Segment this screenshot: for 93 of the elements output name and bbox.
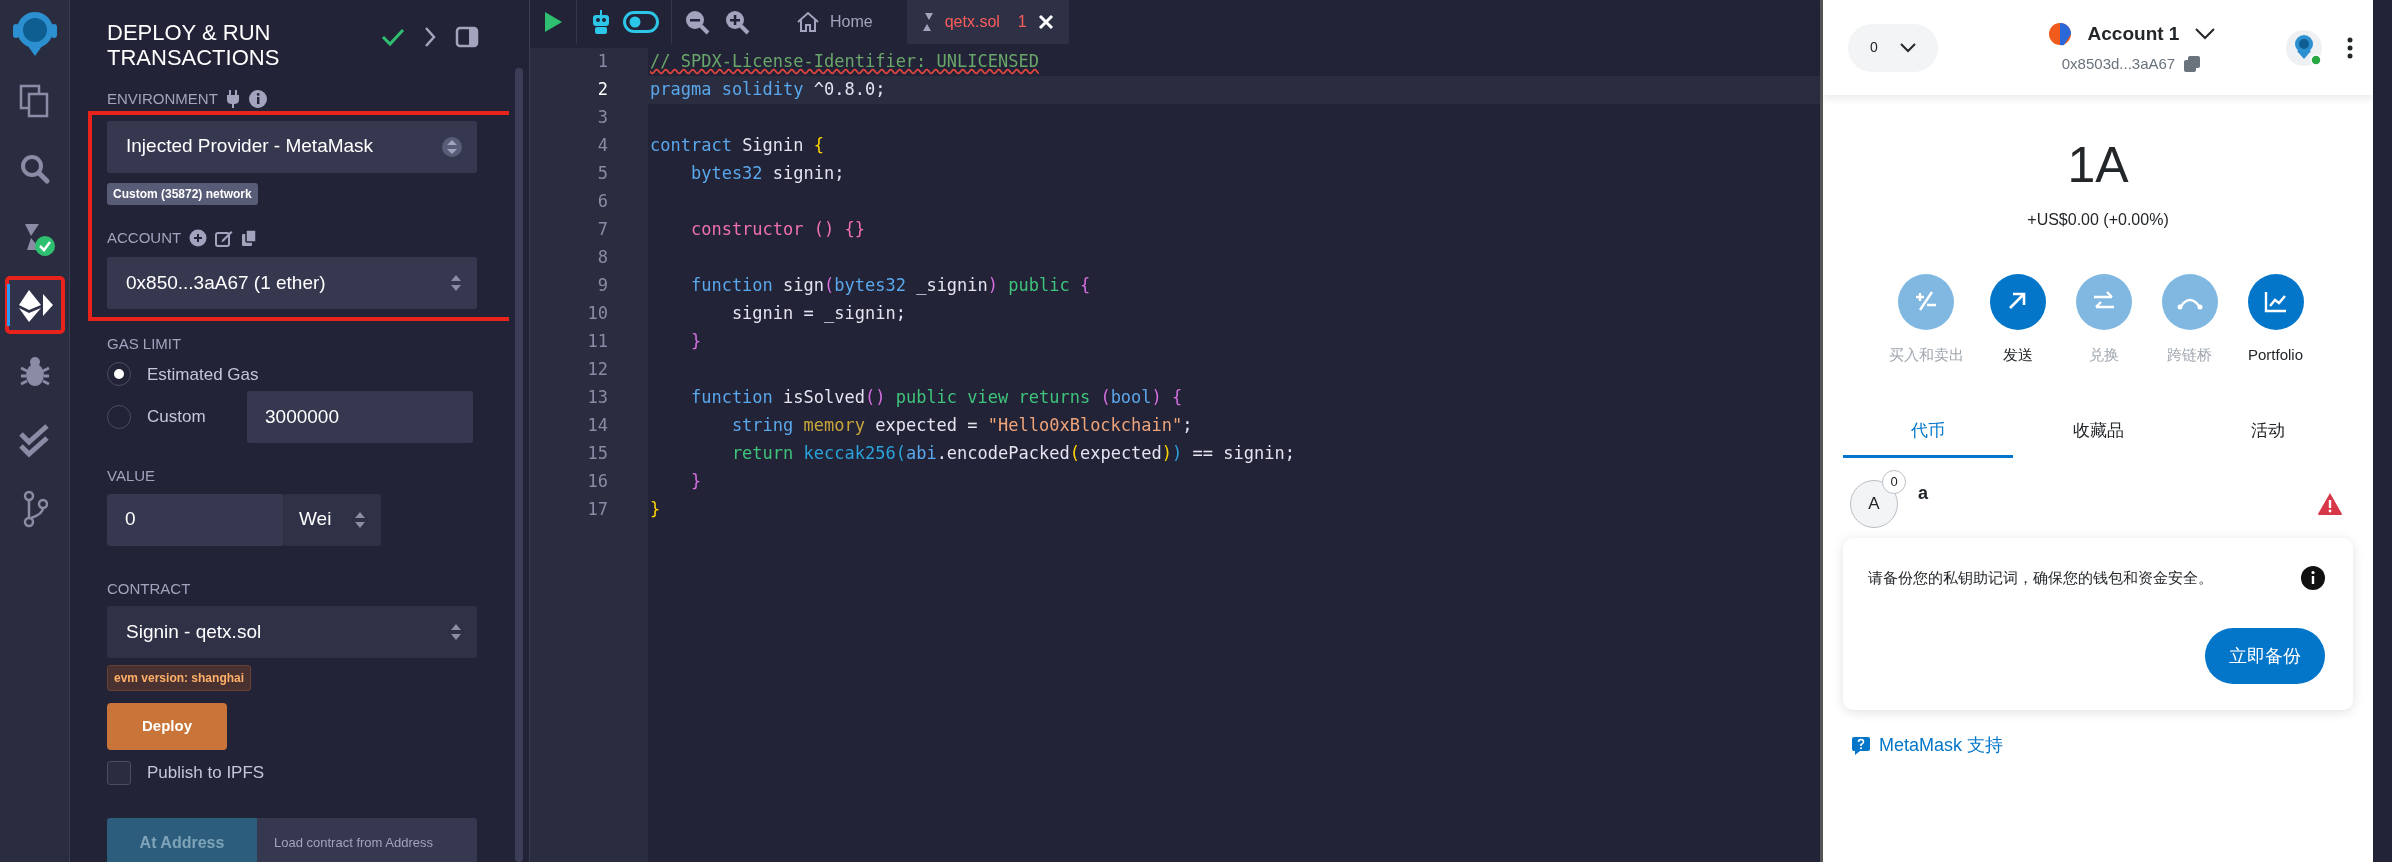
scrollbar[interactable] <box>515 68 523 862</box>
balance-change: +US$0.00 (+0.00%) <box>2026 210 2170 230</box>
wallet-tab[interactable]: 收藏品 <box>2013 416 2183 458</box>
edit-icon[interactable] <box>215 228 234 247</box>
network-badge: Custom (35872) network <box>107 182 258 205</box>
support-link[interactable]: MetaMask 支持 <box>1879 732 2004 759</box>
check-icon <box>381 27 406 47</box>
copy-icon[interactable] <box>2183 54 2202 73</box>
value-field[interactable]: 0 <box>107 493 283 546</box>
network-selector[interactable]: 0 <box>1848 23 1938 72</box>
gas-limit-field[interactable]: 3000000 <box>247 391 473 443</box>
line-number: 14 <box>530 412 648 440</box>
line-number: 6 <box>530 188 648 216</box>
chevron-down-icon[interactable] <box>2195 28 2216 41</box>
select-value: Wei <box>299 507 332 532</box>
line-number: 16 <box>530 468 648 496</box>
chevron-right-icon[interactable] <box>423 26 438 48</box>
code-line: signin = _signin; <box>730 302 906 326</box>
code-line: string memory expected = "Hello0xBlockchain"; <box>730 414 1193 438</box>
code-line: function isSolved() public view returns (bool) { <box>689 386 1183 410</box>
unit-select[interactable]: Wei <box>283 493 381 546</box>
home-icon <box>796 11 820 33</box>
info-icon <box>247 89 268 110</box>
close-icon[interactable] <box>1036 13 1055 31</box>
checkbox[interactable] <box>107 760 131 785</box>
account-select[interactable]: 0x850...3aA67 (1 ether) <box>107 257 477 309</box>
code-line: contract Signin { <box>649 134 825 158</box>
menu-icon[interactable] <box>2347 36 2353 59</box>
balance: 1A <box>2066 140 2130 190</box>
file-type-icon <box>920 11 935 33</box>
radio-label: Estimated Gas <box>147 363 259 386</box>
code-line: } <box>689 470 702 494</box>
radio-label: Custom <box>147 406 207 429</box>
line-number: 9 <box>530 272 648 300</box>
field-label: VALUE <box>107 466 156 486</box>
account-address: 0x8503d...3aA67 <box>2061 53 2176 74</box>
line-number: 12 <box>530 356 648 384</box>
notice-text: 请备份您的私钥助记词，确保您的钱包和资金安全。 <box>1868 567 2213 588</box>
toggle-switch[interactable] <box>623 11 659 33</box>
line-number: 1 <box>530 48 648 76</box>
line-number: 13 <box>530 384 648 412</box>
line-number: 17 <box>530 496 648 524</box>
line-number: 7 <box>530 216 648 244</box>
code-line: function sign(bytes32 _signin) public { <box>689 274 1091 298</box>
network-badge: 0 <box>1882 470 1906 494</box>
line-number: 3 <box>530 104 648 132</box>
editor-tab[interactable]: Home <box>782 0 887 44</box>
code-line: constructor () {} <box>689 218 865 242</box>
select-value: 0x850...3aA67 (1 ether) <box>126 270 326 295</box>
line-number: 11 <box>530 328 648 356</box>
line-number: 5 <box>530 160 648 188</box>
contract-select[interactable]: Signin - qetx.sol <box>107 606 477 658</box>
field-label: GAS LIMIT <box>107 334 182 354</box>
wallet-tab[interactable]: 代币 <box>1843 416 2013 458</box>
sort-icon <box>441 135 463 158</box>
copy-icon[interactable] <box>241 228 258 247</box>
panel-toggle-icon[interactable] <box>455 26 480 48</box>
problem-count: 1 <box>1017 12 1027 32</box>
code-line: return keccak256(abi.encodePacked(expected)) == signin; <box>730 442 1295 466</box>
line-number: 4 <box>530 132 648 160</box>
wallet-tab[interactable]: 活动 <box>2183 416 2353 458</box>
line-number: 10 <box>530 300 648 328</box>
zoom-out-icon[interactable] <box>684 9 710 35</box>
token-name[interactable]: a <box>1918 480 2297 507</box>
editor-tab[interactable]: qetx.sol 1 <box>906 0 1069 44</box>
line-number: 15 <box>530 440 648 468</box>
zoom-in-icon[interactable] <box>724 9 750 35</box>
field-label: CONTRACT <box>107 578 191 599</box>
code-line: } <box>649 498 661 522</box>
checkbox-label: Publish to IPFS <box>147 762 265 784</box>
field-label: ENVIRONMENT <box>107 89 218 109</box>
environment-select[interactable]: Injected Provider - MetaMask <box>107 120 477 173</box>
site-connection-icon[interactable] <box>2285 28 2323 67</box>
code-line: bytes32 signin; <box>689 162 845 186</box>
select-value: Injected Provider - MetaMask <box>126 134 374 159</box>
plug-icon <box>225 90 240 109</box>
field-label: ACCOUNT <box>107 227 182 248</box>
select-value: Signin - qetx.sol <box>126 619 262 644</box>
account-avatar-icon <box>2047 22 2072 47</box>
code-line: // SPDX-License-Identifier: UNLICENSED <box>649 50 1039 74</box>
panel-title: DEPLOY & RUN TRANSACTIONS <box>107 19 281 70</box>
account-selector[interactable]: Account 1 <box>2087 20 2180 49</box>
code-line: } <box>689 330 702 354</box>
code-line: pragma solidity ^0.8.0; <box>649 78 886 102</box>
plus-circle-icon[interactable] <box>189 228 208 247</box>
line-number: 8 <box>530 244 648 272</box>
sidebar-item[interactable] <box>6 278 63 332</box>
backup-button[interactable]: 立即备份 <box>2205 628 2325 684</box>
chevron-down-icon <box>1899 42 1916 53</box>
help-bubble-icon <box>1851 735 1871 756</box>
info-icon[interactable] <box>2301 566 2325 590</box>
evm-version-badge: evm version: shanghai <box>107 665 252 691</box>
play-icon[interactable] <box>542 10 564 34</box>
